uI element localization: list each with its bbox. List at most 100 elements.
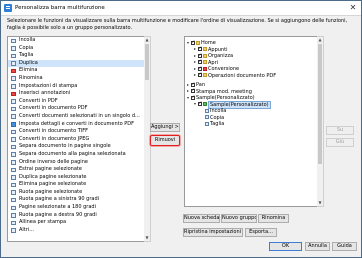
tree-node-label: Conversione — [208, 66, 240, 72]
split-icon — [11, 144, 16, 150]
dialog-title: Personalizza barra multifunzione — [15, 5, 105, 11]
list-item-label: Impostazioni di stampa — [19, 82, 78, 89]
tree-checkbox[interactable] — [198, 53, 202, 59]
group-icon — [203, 60, 207, 64]
remove-button[interactable]: Rimuovi — [150, 135, 180, 146]
rename-button[interactable]: Rinomina — [258, 214, 289, 223]
copy-icon — [11, 46, 16, 51]
new-tab-button[interactable]: Nuova scheda — [183, 214, 220, 223]
list-item[interactable]: Copia — [8, 45, 145, 53]
add-button[interactable]: Aggiungi >> — [150, 123, 180, 132]
list-item-label: Converti in documento TIFF — [19, 128, 89, 135]
list-item-label: Estrai pagine selezionate — [19, 166, 82, 173]
list-item[interactable]: Pagine selezionate a 180 gradi — [8, 204, 145, 212]
tree-checkbox[interactable] — [198, 72, 202, 78]
tree-node-label: Appunti — [208, 46, 228, 53]
list-item[interactable]: Ruota pagine a sinistra 90 gradi — [8, 196, 145, 204]
ribbon-tree[interactable]: ▾Home▸Appunti▸Organizza▸Apri▸Conversione… — [184, 36, 319, 207]
available-functions-list[interactable]: Incolla Copia Taglia Duplica Elimina Rinomina… — [7, 36, 146, 242]
scroll-down-icon[interactable]: ▼ — [144, 235, 150, 241]
tree-checkbox[interactable] — [198, 46, 202, 52]
more-icon — [11, 228, 16, 233]
group-icon — [203, 102, 207, 106]
list-item-label: Taglia — [19, 52, 34, 59]
tree-checkbox[interactable] — [198, 66, 202, 72]
tree-node-label: Organizza — [208, 53, 234, 59]
scroll-up-icon[interactable]: ▲ — [317, 37, 323, 43]
tree-checkbox[interactable] — [191, 82, 195, 88]
close-icon[interactable]: ✕ — [348, 3, 358, 13]
list-item[interactable]: Duplica pagine selezionate — [8, 174, 145, 182]
reset-settings-label: Ripristina impostazioni — [184, 229, 242, 235]
list-item[interactable]: Inserisci annotazioni — [8, 90, 145, 98]
rename-icon — [11, 76, 16, 81]
rotate-right-icon — [11, 213, 16, 218]
list-item[interactable]: Taglia — [8, 52, 145, 60]
list-item[interactable]: Allinea per stampa — [8, 219, 145, 227]
new-group-button[interactable]: Nuovo gruppo — [221, 214, 257, 223]
tree-node[interactable]: Taglia — [201, 121, 224, 127]
list-item[interactable]: Ordine inverso delle pagine — [8, 159, 145, 167]
ok-button[interactable]: OK — [269, 242, 302, 251]
tiff-icon — [11, 129, 16, 135]
tree-node[interactable]: Copia — [201, 115, 224, 121]
title-bar: Personalizza barra multifunzione ✕ — [1, 1, 361, 16]
list-item-label: Ruota pagine a destra 90 gradi — [19, 211, 97, 218]
tree-node[interactable]: Incolla — [201, 108, 226, 114]
list-item[interactable]: Converti in documento JPEG — [8, 136, 145, 144]
move-up-button[interactable]: Su — [326, 126, 354, 135]
list-item[interactable]: Rinomina — [8, 75, 145, 83]
export-button[interactable]: Esporta... — [245, 228, 277, 237]
list-item-label: Separa documento alla pagina selezionata — [19, 150, 126, 157]
reset-settings-button[interactable]: Ripristina impostazioni ▾ — [183, 228, 243, 237]
tree-node[interactable]: ▾Sample(Personalizzato) — [194, 100, 271, 109]
jpeg-icon — [11, 137, 16, 142]
list-item[interactable]: Estrai pagine selezionate — [8, 166, 145, 174]
list-item[interactable]: Separa documento alla pagina selezionata — [8, 151, 145, 159]
pdf-settings-icon — [11, 122, 16, 127]
list-item-label: Elimina — [19, 67, 38, 74]
tree-node[interactable]: ▸Operazioni documento PDF — [194, 72, 276, 79]
delete-icon — [11, 68, 16, 74]
list-item[interactable]: Separa documento in pagine singole — [8, 143, 145, 151]
duplicate-icon — [11, 61, 16, 66]
list-item-label: Converti in documento JPEG — [19, 135, 90, 142]
list-item[interactable]: Ruota pagine selezionate — [8, 189, 145, 197]
list-item-label: Separa documento in pagine singole — [19, 143, 111, 150]
move-down-button[interactable]: Giù — [326, 138, 354, 147]
list-item-label: Copia — [19, 44, 34, 51]
help-button[interactable]: Guida — [332, 242, 357, 251]
list-item-label: Duplica — [19, 59, 38, 66]
list-item[interactable]: Altri... — [8, 227, 145, 235]
list-item[interactable]: Elimina pagine selezionate — [8, 181, 145, 189]
tree-checkbox[interactable] — [191, 40, 195, 46]
list-item[interactable]: Incolla — [8, 37, 145, 45]
scroll-thumb[interactable] — [318, 44, 322, 164]
list-item[interactable]: Duplica — [8, 59, 145, 68]
list-item-label: Imposta dettagli e converti in documento… — [19, 120, 135, 127]
ribbon-tree-scrollbar[interactable]: ▲ ▼ — [317, 36, 324, 207]
tree-checkbox[interactable] — [198, 59, 202, 65]
list-item-label: Elimina pagine selezionate — [19, 181, 87, 188]
scroll-up-icon[interactable]: ▲ — [144, 37, 150, 43]
list-item[interactable]: Ruota pagine a destra 90 gradi — [8, 212, 145, 220]
tree-node[interactable]: ▸Stampa mod. meeting — [187, 88, 252, 95]
list-item[interactable]: Converti in documento PDF — [8, 105, 145, 113]
paste-icon — [11, 38, 16, 43]
list-item[interactable]: Converti in documento TIFF — [8, 128, 145, 136]
tree-checkbox[interactable] — [191, 95, 195, 101]
scroll-down-icon[interactable]: ▼ — [317, 200, 323, 206]
tree-node[interactable]: ▸Pan — [187, 82, 205, 89]
list-item[interactable]: Impostazioni di stampa — [8, 83, 145, 91]
list-item[interactable]: Elimina — [8, 67, 145, 75]
list-item[interactable]: Converti documenti selezionati in un sin… — [8, 113, 145, 121]
list-item[interactable]: Converti in PDF — [8, 98, 145, 106]
list-item-label: Inserisci annotazioni — [19, 90, 71, 97]
list-item-label: Allinea per stampa — [19, 219, 67, 226]
tree-checkbox[interactable] — [198, 101, 202, 107]
list-item[interactable]: Imposta dettagli e converti in documento… — [8, 121, 145, 129]
tree-checkbox[interactable] — [191, 88, 195, 94]
list-item-label: Duplica pagine selezionate — [19, 173, 87, 180]
scroll-thumb[interactable] — [145, 44, 149, 80]
cancel-button[interactable]: Annulla — [305, 242, 330, 251]
